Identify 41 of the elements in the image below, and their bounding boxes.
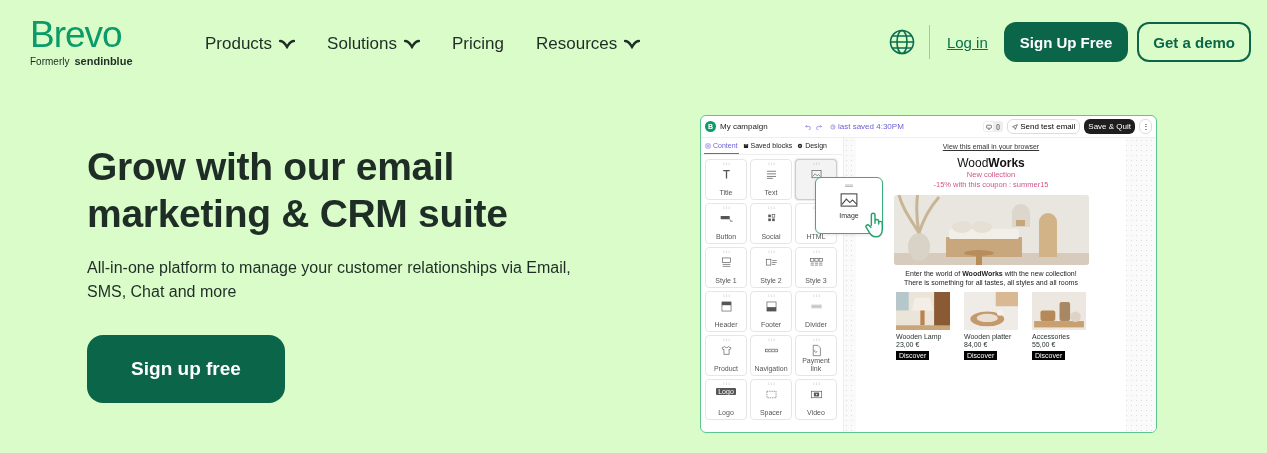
mobile-toggle[interactable] xyxy=(993,122,1003,131)
text-lines-icon xyxy=(764,168,778,181)
bookmark-icon xyxy=(742,142,749,149)
layout-icon xyxy=(809,256,823,269)
image-icon xyxy=(809,168,823,181)
campaign-name: My campaign xyxy=(720,122,768,131)
image-icon xyxy=(840,193,858,207)
nav-menu-item[interactable]: Resources xyxy=(536,33,641,54)
shirt-icon xyxy=(719,344,733,357)
save-quit-button[interactable]: Save & Quit xyxy=(1084,119,1135,134)
video-icon xyxy=(809,388,823,401)
globe-icon xyxy=(888,29,915,55)
sign-up-button[interactable]: Sign up free xyxy=(87,335,285,403)
desktop-toggle[interactable] xyxy=(984,122,994,131)
demo-button[interactable]: Get a demo xyxy=(1137,22,1251,62)
redo-icon xyxy=(816,123,822,130)
send-test-button[interactable]: Send test email xyxy=(1007,119,1081,134)
sync-icon xyxy=(830,123,836,130)
nav-menu-item[interactable]: Solutions xyxy=(327,33,421,54)
more-button[interactable]: ⋮ xyxy=(1139,119,1152,134)
gear-icon xyxy=(797,142,804,149)
layout-icon xyxy=(719,256,733,269)
login-link[interactable]: Log in xyxy=(946,33,988,51)
sign-up-button[interactable]: Sign Up Free xyxy=(1003,22,1129,62)
document-icon xyxy=(705,142,711,149)
send-icon xyxy=(1012,123,1019,130)
drag-handle-icon xyxy=(845,184,853,187)
hero-heading: Grow with our email marketing & CRM suite xyxy=(87,144,509,237)
former-brand-name: sendinblue xyxy=(74,54,133,67)
spacer-icon xyxy=(764,388,778,401)
formerly-label: Formerly xyxy=(30,55,70,67)
undo-icon xyxy=(805,123,811,130)
footer-layout-icon xyxy=(764,300,778,313)
header-layout-icon xyxy=(719,300,733,313)
hero-description: All-in-one platform to manage your customer relationships via Email, SMS, Chat and more xyxy=(87,258,572,302)
email-brand: WoodWorks xyxy=(957,156,1025,170)
layout-icon xyxy=(764,256,778,269)
hand-cursor-icon xyxy=(865,212,885,238)
nav-menu-item[interactable]: Products xyxy=(205,33,296,54)
nav-menu-item[interactable]: Pricing xyxy=(452,33,504,54)
save-status: last saved 4:30PM xyxy=(838,122,904,131)
